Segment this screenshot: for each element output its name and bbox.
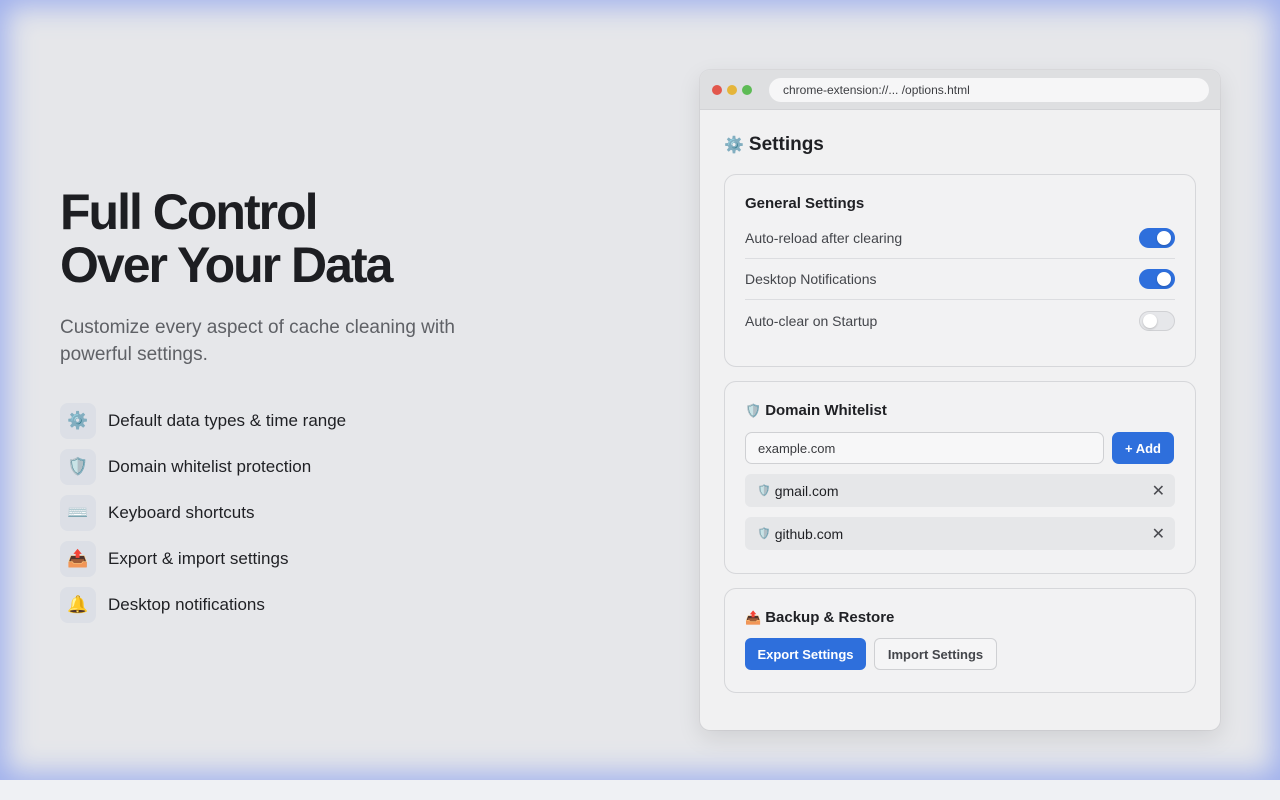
card-title: 🛡️ Domain Whitelist xyxy=(745,402,1175,419)
auto-reload-toggle[interactable] xyxy=(1139,228,1175,248)
keyboard-icon: ⌨️ xyxy=(60,495,96,531)
backup-buttons: Export Settings Import Settings xyxy=(745,638,1175,670)
toggle-knob xyxy=(1157,231,1171,245)
options-page: ⚙️ Settings General Settings Auto-reload… xyxy=(700,110,1220,693)
card-title: General Settings xyxy=(745,195,865,212)
setting-label: Desktop Notifications xyxy=(745,271,877,287)
remove-domain-close-icon[interactable]: ✕ xyxy=(1152,524,1165,544)
close-window-dot-icon[interactable] xyxy=(712,84,722,95)
feature-label: Export & import settings xyxy=(108,549,289,568)
feature-list: ⚙️ Default data types & time range 🛡️ Do… xyxy=(60,398,580,628)
domain-input[interactable] xyxy=(745,432,1104,464)
whitelist-domain: github.com xyxy=(774,525,844,542)
page-title-text: Settings xyxy=(748,134,824,155)
shield-icon: 🛡️ xyxy=(60,449,96,485)
feature-item: 🔔 Desktop notifications xyxy=(60,582,580,628)
shield-icon: 🛡️ xyxy=(745,402,762,418)
page-title: ⚙️ Settings xyxy=(724,134,1196,156)
setting-row-desktop-notifications: Desktop Notifications xyxy=(745,259,1175,300)
whitelist-domain: gmail.com xyxy=(774,482,839,499)
shield-icon: 🛡️ xyxy=(757,485,771,497)
feature-item: 📤 Export & import settings xyxy=(60,536,580,582)
hero-title-line-1: Full Control xyxy=(60,184,319,240)
card-title-text: Domain Whitelist xyxy=(765,402,887,419)
whitelist-item: 🛡️ gmail.com ✕ xyxy=(745,474,1175,507)
backup-restore-card: 📤 Backup & Restore Export Settings Impor… xyxy=(724,588,1196,693)
gear-icon: ⚙️ xyxy=(724,137,744,154)
gear-icon: ⚙️ xyxy=(60,403,96,439)
general-settings-card: General Settings Auto-reload after clear… xyxy=(724,174,1196,367)
setting-row-auto-clear-startup: Auto-clear on Startup xyxy=(745,300,1175,341)
hero-title-line-2: Over Your Data xyxy=(60,237,393,293)
setting-row-auto-reload: Auto-reload after clearing xyxy=(745,218,1175,259)
feature-label: Default data types & time range xyxy=(108,411,347,430)
card-title: 📤 Backup & Restore xyxy=(745,609,1175,626)
export-tray-icon: 📤 xyxy=(60,541,96,577)
add-domain-row: + Add xyxy=(745,432,1175,464)
toggle-knob xyxy=(1143,313,1157,328)
domain-whitelist-card: 🛡️ Domain Whitelist + Add 🛡️ gmail.com ✕… xyxy=(724,381,1196,574)
feature-item: 🛡️ Domain whitelist protection xyxy=(60,444,580,490)
add-domain-button[interactable]: + Add xyxy=(1112,432,1174,464)
setting-label: Auto-reload after clearing xyxy=(745,230,903,246)
feature-item: ⚙️ Default data types & time range xyxy=(60,398,580,444)
setting-label: Auto-clear on Startup xyxy=(745,312,878,329)
hero-title: Full Control Over Your Data xyxy=(60,186,580,292)
auto-clear-startup-toggle[interactable] xyxy=(1139,310,1175,331)
export-tray-icon: 📤 xyxy=(745,609,762,625)
minimize-window-dot-icon[interactable] xyxy=(727,84,737,95)
whitelist-item: 🛡️ github.com ✕ xyxy=(745,517,1175,550)
desktop-notifications-toggle[interactable] xyxy=(1139,269,1175,289)
feature-label: Keyboard shortcuts xyxy=(108,503,255,522)
browser-titlebar: chrome-extension://... /options.html xyxy=(700,70,1220,110)
feature-label: Domain whitelist protection xyxy=(108,457,312,476)
card-title-text: Backup & Restore xyxy=(765,609,895,626)
shield-icon: 🛡️ xyxy=(757,528,771,540)
maximize-window-dot-icon[interactable] xyxy=(742,84,752,95)
import-settings-button[interactable]: Import Settings xyxy=(874,638,997,670)
feature-label: Desktop notifications xyxy=(108,595,265,614)
address-bar[interactable]: chrome-extension://... /options.html xyxy=(769,77,1209,102)
hero-section: Full Control Over Your Data Customize ev… xyxy=(60,186,580,628)
hero-subtitle: Customize every aspect of cache cleaning… xyxy=(60,317,455,365)
export-settings-button[interactable]: Export Settings xyxy=(745,638,866,670)
remove-domain-close-icon[interactable]: ✕ xyxy=(1152,481,1165,501)
feature-item: ⌨️ Keyboard shortcuts xyxy=(60,490,580,536)
browser-window: chrome-extension://... /options.html ⚙️ … xyxy=(700,70,1220,730)
bell-icon: 🔔 xyxy=(60,587,96,623)
bottom-strip xyxy=(0,780,1280,800)
toggle-knob xyxy=(1157,272,1171,286)
